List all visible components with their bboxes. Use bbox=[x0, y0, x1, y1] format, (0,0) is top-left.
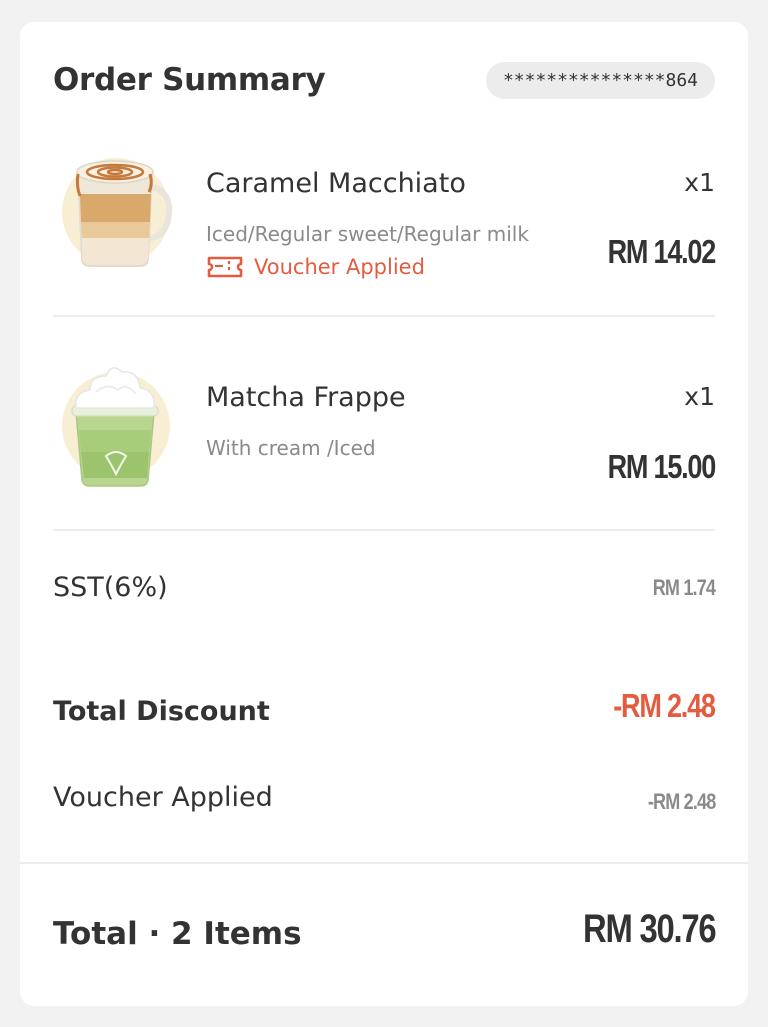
order-summary-title: Order Summary bbox=[53, 62, 326, 98]
item-name: Matcha Frappe bbox=[206, 382, 406, 413]
voucher-applied-row-label: Voucher Applied bbox=[53, 782, 273, 813]
matcha-frappe-image bbox=[62, 367, 170, 487]
total-discount-value: -RM 2.48 bbox=[613, 687, 717, 724]
item-quantity: x1 bbox=[684, 168, 715, 197]
item-quantity: x1 bbox=[684, 382, 715, 411]
item-name: Caramel Macchiato bbox=[206, 168, 466, 199]
item-price: RM 14.02 bbox=[607, 233, 717, 270]
total-discount-label: Total Discount bbox=[53, 696, 270, 727]
total-value: RM 30.76 bbox=[582, 907, 717, 951]
divider bbox=[53, 529, 715, 531]
matcha-frappe-cup-icon bbox=[71, 367, 159, 487]
item-options: Iced/Regular sweet/Regular milk bbox=[206, 222, 529, 246]
order-summary-card: Order Summary ***************864 Caramel… bbox=[20, 22, 748, 1006]
item-options: With cream /Iced bbox=[206, 436, 376, 460]
sst-label: SST(6%) bbox=[53, 572, 168, 603]
voucher-applied-row-value: -RM 2.48 bbox=[647, 789, 715, 814]
sst-value: RM 1.74 bbox=[652, 575, 716, 600]
voucher-applied-tag: Voucher Applied bbox=[206, 255, 425, 279]
caramel-macchiato-cup-icon bbox=[75, 160, 172, 267]
order-number-badge: ***************864 bbox=[486, 62, 715, 99]
divider bbox=[53, 315, 715, 317]
item-price: RM 15.00 bbox=[607, 448, 717, 485]
footer-divider bbox=[20, 862, 748, 864]
caramel-macchiato-image bbox=[62, 158, 172, 267]
voucher-applied-label: Voucher Applied bbox=[254, 255, 425, 279]
voucher-ticket-icon bbox=[207, 256, 243, 278]
total-label: Total · 2 Items bbox=[53, 916, 302, 952]
